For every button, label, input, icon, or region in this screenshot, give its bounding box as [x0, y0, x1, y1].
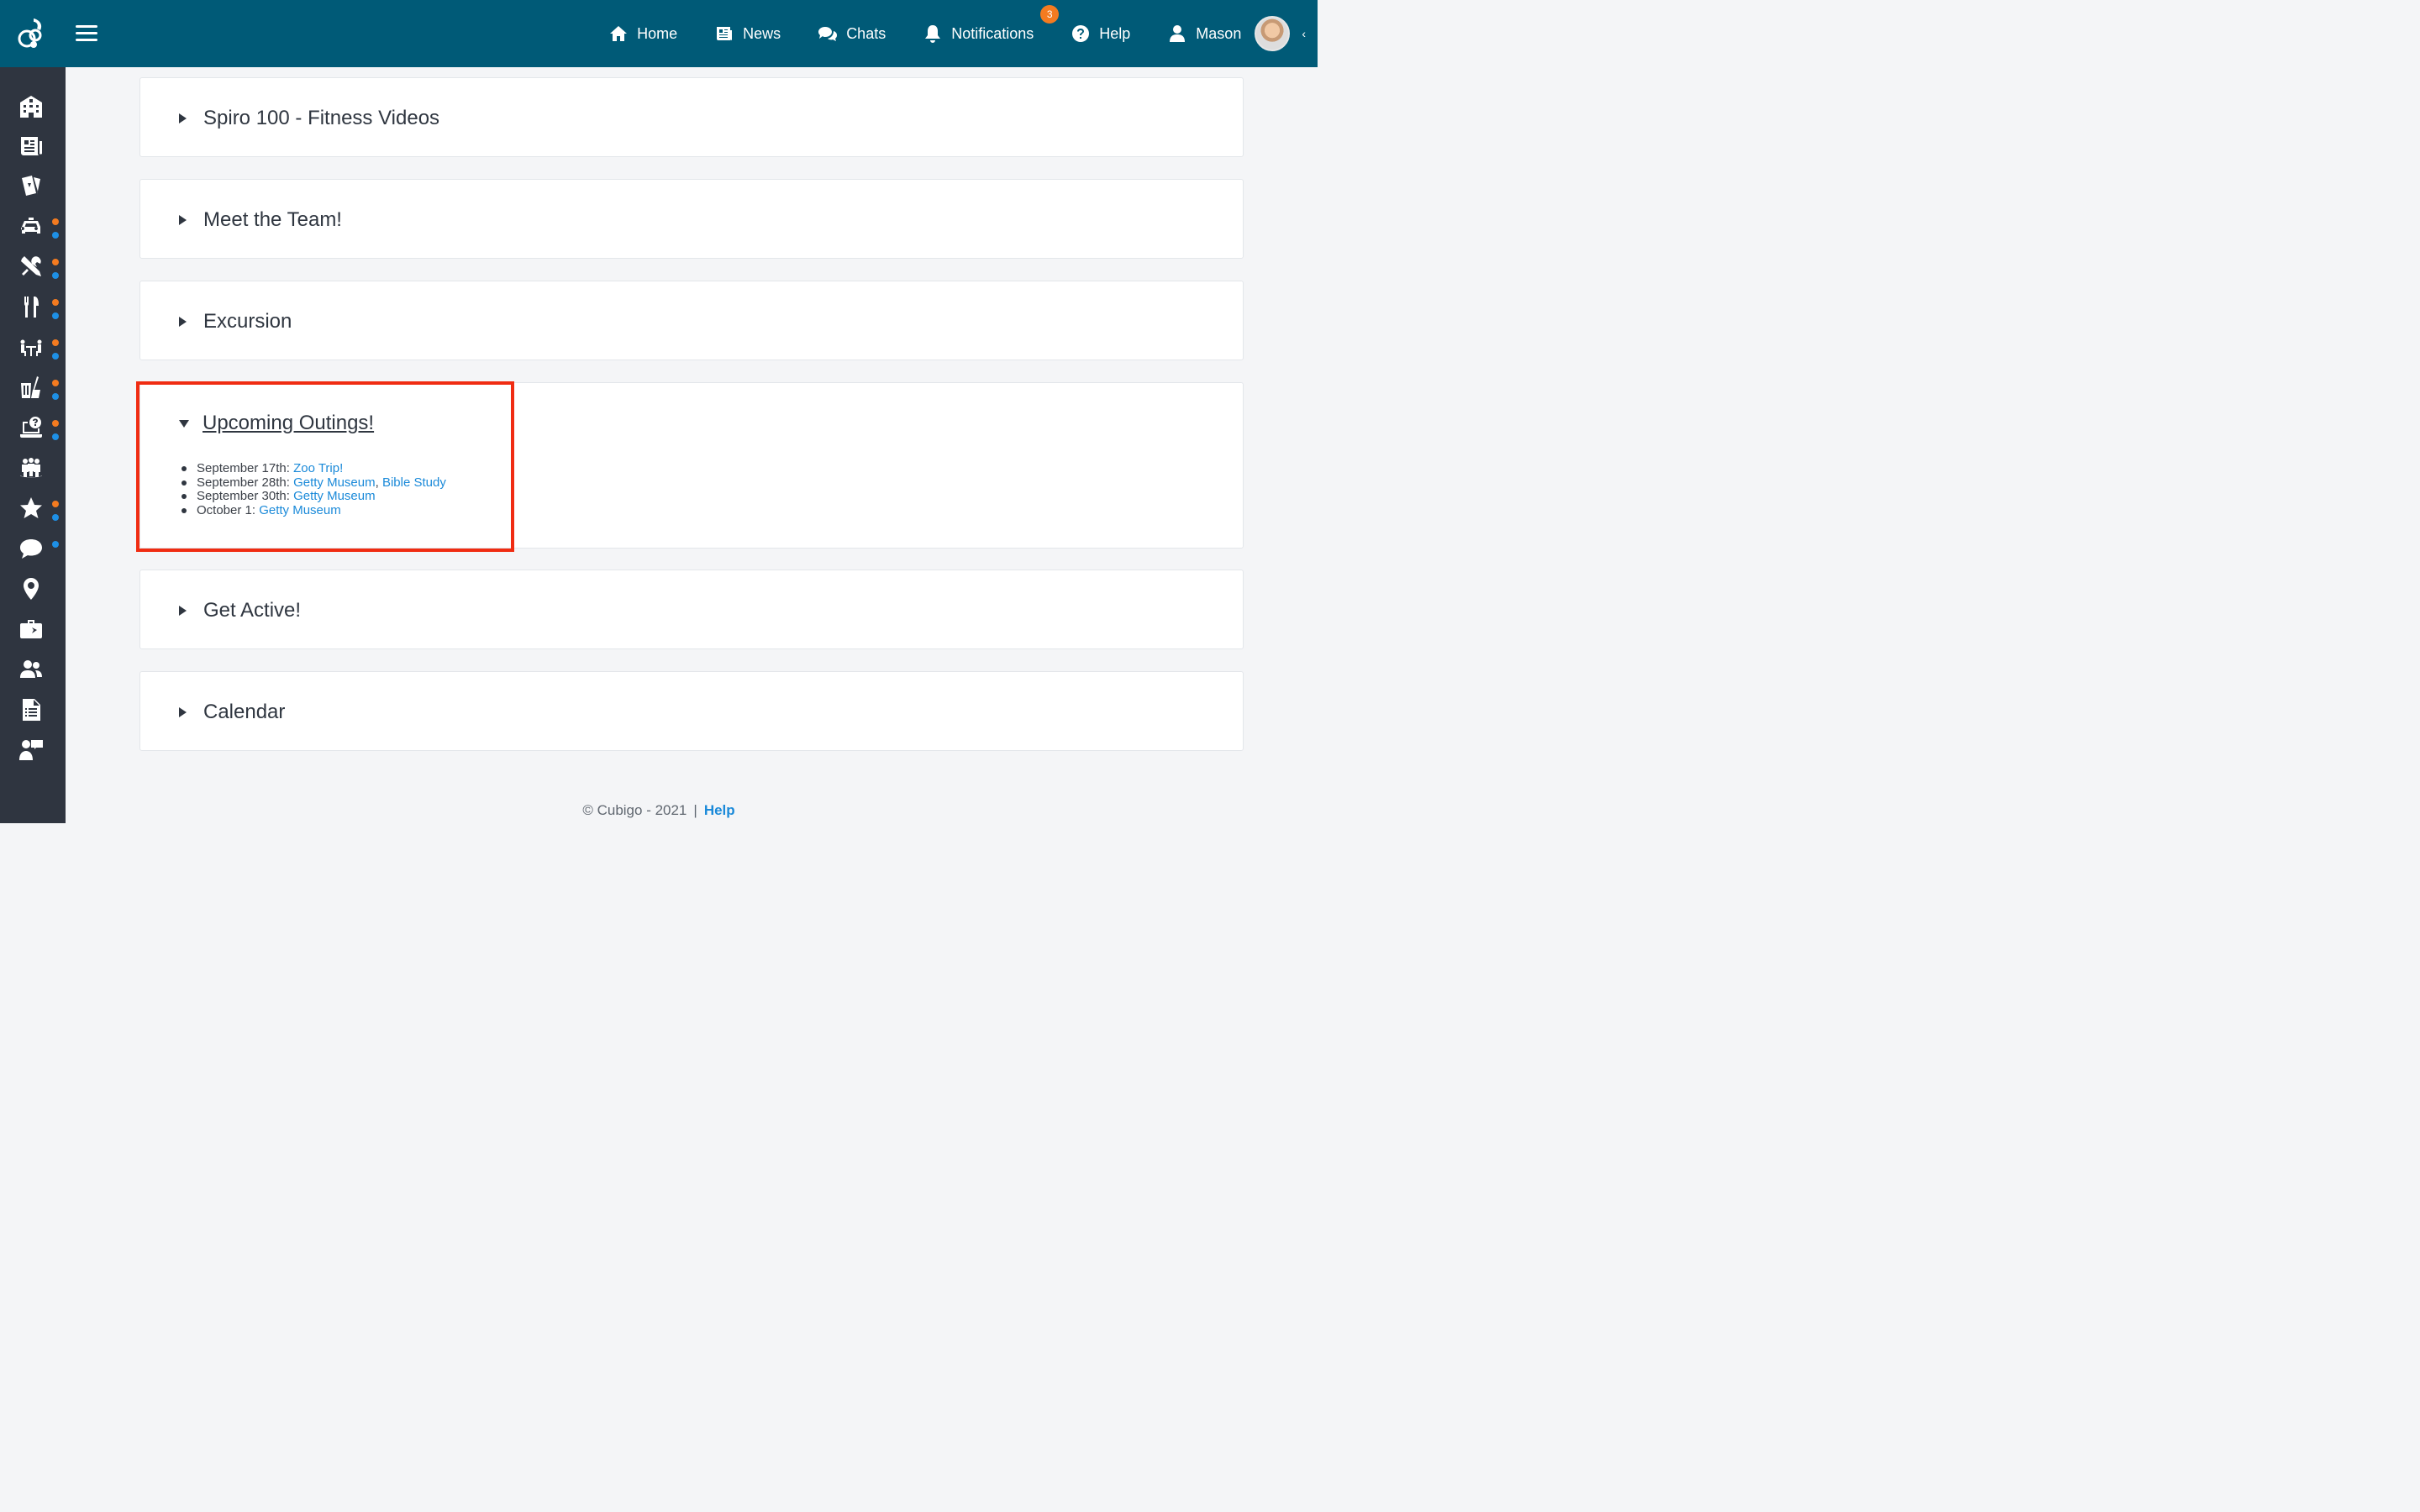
tools-icon — [21, 256, 41, 276]
sidebar-item-housekeeping-indicators — [52, 380, 59, 407]
panel-header[interactable]: Spiro 100 - Fitness Videos — [179, 107, 439, 130]
cards-icon — [22, 176, 40, 196]
expand-arrow-icon — [179, 606, 187, 616]
nav-news-label: News — [743, 24, 781, 42]
laptop-help-icon — [20, 417, 42, 438]
sidebar-item-maintenance-indicators — [52, 259, 59, 286]
sidebar-item-favorites-indicators — [52, 501, 59, 528]
panel-meet-the-team: Meet the Team! — [139, 179, 1244, 259]
group-icon — [20, 458, 42, 478]
sidebar-item-news[interactable] — [18, 134, 47, 162]
panel-title: Calendar — [203, 701, 286, 723]
panel-excursion: Excursion — [139, 281, 1244, 360]
nav-help-label: Help — [1099, 24, 1131, 42]
sidebar-item-dining[interactable] — [18, 294, 47, 323]
panel-title: Meet the Team! — [203, 208, 342, 231]
nav-news[interactable]: News — [714, 24, 781, 44]
utensils-icon — [24, 297, 39, 318]
expand-arrow-icon — [179, 317, 187, 327]
top-bar: Home News Chats Notifications 3 Help Mas… — [0, 0, 1318, 67]
panel-header[interactable]: Calendar — [179, 701, 285, 724]
document-list-icon — [23, 699, 40, 721]
panel-calendar: Calendar — [139, 671, 1244, 751]
nav-notifications[interactable]: Notifications 3 — [923, 5, 1060, 44]
car-icon — [21, 218, 40, 234]
sidebar-item-favorites[interactable] — [18, 496, 47, 524]
collapse-caret-icon[interactable]: ‹ — [1302, 27, 1306, 40]
users-icon — [20, 660, 42, 678]
map-pin-icon — [24, 578, 39, 600]
nav-chats[interactable]: Chats — [818, 24, 886, 44]
cleaning-icon — [21, 376, 40, 398]
sidebar-item-community[interactable] — [18, 94, 47, 123]
sidebar-item-dining-indicators — [52, 299, 59, 326]
expand-arrow-icon — [179, 215, 187, 225]
panel-header[interactable]: Excursion — [179, 310, 292, 333]
sidebar-item-locations[interactable] — [18, 576, 47, 605]
home-icon — [610, 26, 628, 41]
sidebar — [0, 67, 66, 823]
nav-home-label: Home — [637, 24, 678, 42]
sidebar-item-staff[interactable] — [18, 738, 47, 766]
sidebar-item-reservations[interactable] — [18, 334, 47, 363]
sidebar-item-documents[interactable] — [18, 697, 47, 726]
notification-count-badge: 3 — [1040, 5, 1060, 24]
meeting-table-icon — [20, 339, 42, 356]
newspaper-icon — [717, 27, 733, 40]
newspaper-icon — [21, 137, 42, 155]
nav-home[interactable]: Home — [608, 24, 677, 44]
sidebar-item-housekeeping[interactable] — [18, 375, 47, 403]
sidebar-item-support-indicators — [52, 420, 59, 447]
sidebar-item-groups[interactable] — [18, 455, 47, 484]
panel-get-active: Get Active! — [139, 570, 1244, 649]
nav-user-label: Mason — [1196, 24, 1242, 42]
building-icon — [20, 96, 42, 118]
panel-fitness-videos: Spiro 100 - Fitness Videos — [139, 77, 1244, 157]
expand-arrow-icon — [179, 113, 187, 123]
user-board-icon — [19, 740, 43, 760]
footer-copyright: © Cubigo - 2021 — [582, 802, 687, 818]
avatar[interactable] — [1255, 16, 1291, 51]
user-icon — [1170, 25, 1186, 42]
panel-header[interactable]: Get Active! — [179, 599, 301, 622]
nav-help[interactable]: Help — [1071, 24, 1130, 44]
nav-chats-label: Chats — [846, 24, 886, 42]
nav-user-profile[interactable]: Mason — [1167, 24, 1241, 44]
sidebar-item-maintenance[interactable] — [18, 254, 47, 282]
sidebar-item-transport[interactable] — [18, 213, 47, 242]
panel-title: Excursion — [203, 310, 292, 333]
menu-toggle-button[interactable] — [76, 25, 97, 42]
top-nav: Home News Chats Notifications 3 Help Mas… — [608, 0, 1318, 67]
sidebar-item-services[interactable] — [18, 617, 47, 645]
help-icon — [1072, 25, 1090, 42]
sidebar-item-support[interactable] — [18, 415, 47, 444]
footer: © Cubigo - 2021 | Help — [0, 802, 1318, 819]
bell-icon — [925, 25, 941, 43]
panel-title: Get Active! — [203, 599, 302, 622]
sidebar-item-reservations-indicators — [52, 339, 59, 366]
star-icon — [20, 497, 42, 518]
panel-title: Spiro 100 - Fitness Videos — [203, 107, 440, 129]
chat-icon — [818, 27, 838, 41]
cubigo-logo-icon[interactable] — [15, 17, 45, 50]
sidebar-item-messages-indicators — [52, 541, 59, 554]
nav-notifications-label: Notifications — [951, 24, 1034, 42]
footer-help-link[interactable]: Help — [704, 802, 735, 818]
panel-header[interactable]: Meet the Team! — [179, 208, 342, 232]
sidebar-item-messages[interactable] — [18, 536, 47, 564]
sidebar-item-residents[interactable] — [18, 657, 47, 685]
sidebar-item-games[interactable] — [18, 173, 47, 202]
expand-arrow-icon — [179, 707, 187, 717]
briefcase-icon — [20, 620, 42, 638]
sidebar-item-transport-indicators — [52, 218, 59, 245]
footer-separator: | — [693, 802, 697, 818]
speech-bubble-icon — [20, 539, 42, 559]
highlight-box — [136, 381, 514, 552]
